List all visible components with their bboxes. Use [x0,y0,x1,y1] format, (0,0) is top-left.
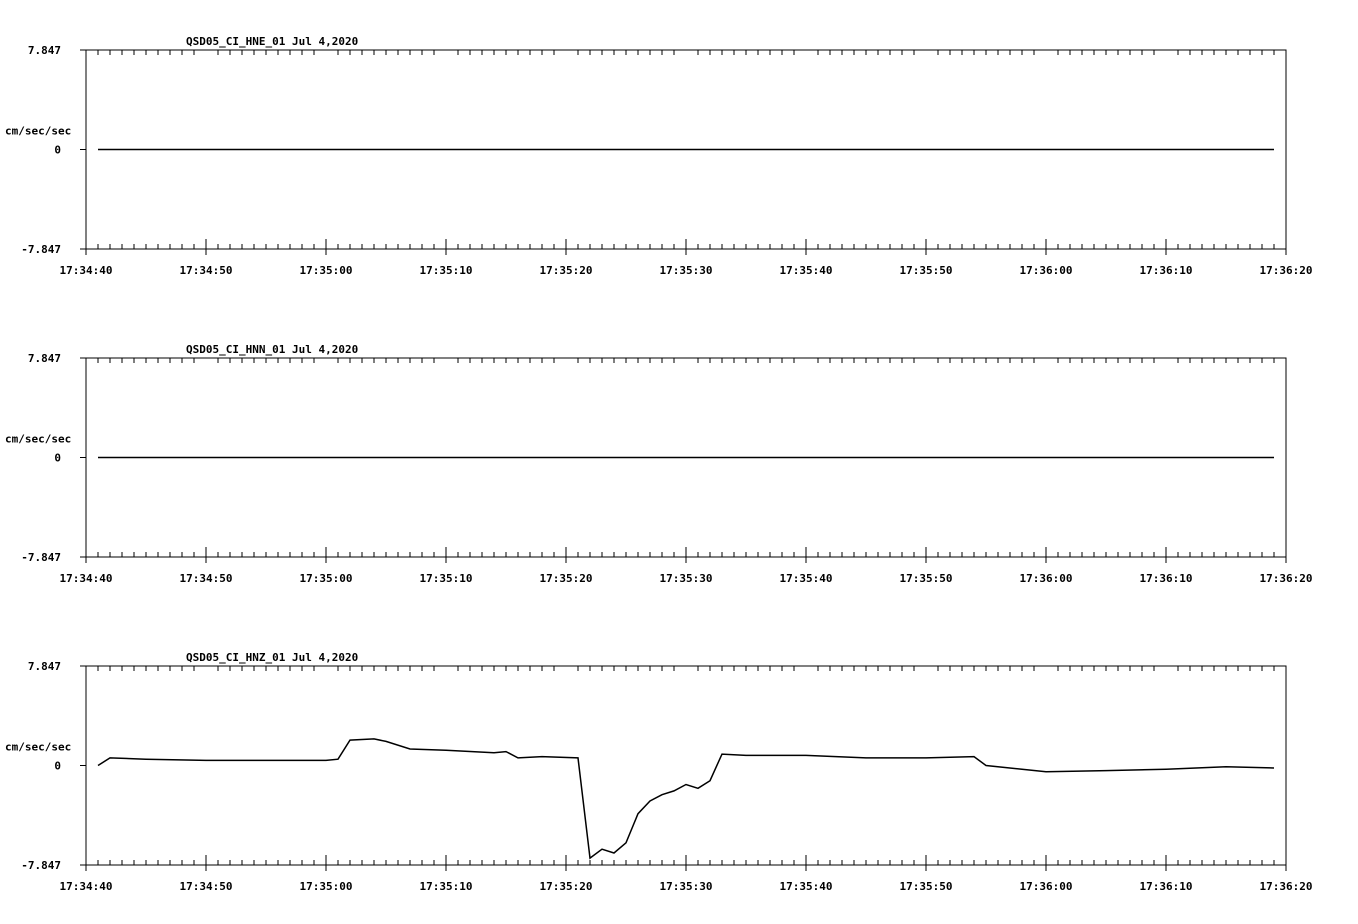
chart-panel-1: QSD05_CI_HNE_01 Jul 4,2020 7.847 0 -7.847 cm… [5,35,1312,277]
series-line [97,738,1275,860]
x-tick-label: 17:35:10 [420,264,473,277]
y-axis-label: cm/sec/sec [5,741,71,754]
x-tick-label: 17:35:40 [780,264,833,277]
x-tick-label: 17:34:50 [180,880,233,893]
y-tick-label: 0 [54,144,61,157]
x-tick-label: 17:35:30 [660,880,713,893]
x-tick-label: 17:35:50 [900,264,953,277]
x-tick-label: 17:36:00 [1020,880,1073,893]
x-tick-label: 17:35:40 [780,572,833,585]
x-tick-label: 17:36:20 [1260,880,1313,893]
chart-title: QSD05_CI_HNZ_01 Jul 4,2020 [186,651,358,664]
y-axis-label: cm/sec/sec [5,125,71,138]
x-tick-label: 17:35:40 [780,880,833,893]
x-tick-label: 17:35:10 [420,880,473,893]
x-tick-label: 17:36:20 [1260,264,1313,277]
x-tick-label: 17:35:50 [900,572,953,585]
y-tick-label: 0 [54,452,61,465]
y-axis-label: cm/sec/sec [5,433,71,446]
x-tick-label: 17:34:40 [60,572,113,585]
x-tick-label: 17:36:00 [1020,264,1073,277]
x-tick-label: 17:35:50 [900,880,953,893]
x-tick-label: 17:36:20 [1260,572,1313,585]
x-tick-label: 17:35:10 [420,572,473,585]
y-tick-label: 0 [54,760,61,773]
x-tick-label: 17:35:20 [540,880,593,893]
chart-panel-2: QSD05_CI_HNN_01 Jul 4,2020 7.847 0 -7.847 cm… [5,343,1312,585]
chart-title: QSD05_CI_HNE_01 Jul 4,2020 [186,35,358,48]
seismogram-figure: QSD05_CI_HNE_01 Jul 4,2020 7.847 0 -7.847 cm… [5,35,1312,893]
plot-frame [85,665,1287,866]
x-tick-label: 17:36:00 [1020,572,1073,585]
x-tick-label: 17:35:20 [540,572,593,585]
x-tick-label: 17:34:50 [180,264,233,277]
y-tick-label: 7.847 [28,44,61,57]
x-tick-label: 17:35:00 [300,264,353,277]
x-tick-label: 17:35:00 [300,880,353,893]
chart-panel-3: QSD05_CI_HNZ_01 Jul 4,2020 7.847 0 -7.847 cm… [5,651,1312,893]
x-tick-label: 17:34:50 [180,572,233,585]
chart-title: QSD05_CI_HNN_01 Jul 4,2020 [186,343,358,356]
x-tick-label: 17:34:40 [60,880,113,893]
x-tick-label: 17:36:10 [1140,264,1193,277]
x-tick-label: 17:35:30 [660,572,713,585]
x-tick-label: 17:36:10 [1140,572,1193,585]
y-tick-label: -7.847 [21,859,61,872]
x-tick-label: 17:34:40 [60,264,113,277]
x-tick-label: 17:36:10 [1140,880,1193,893]
y-tick-label: 7.847 [28,352,61,365]
x-tick-label: 17:35:30 [660,264,713,277]
y-tick-label: -7.847 [21,551,61,564]
x-tick-label: 17:35:20 [540,264,593,277]
y-tick-label: -7.847 [21,243,61,256]
y-tick-label: 7.847 [28,660,61,673]
x-tick-label: 17:35:00 [300,572,353,585]
